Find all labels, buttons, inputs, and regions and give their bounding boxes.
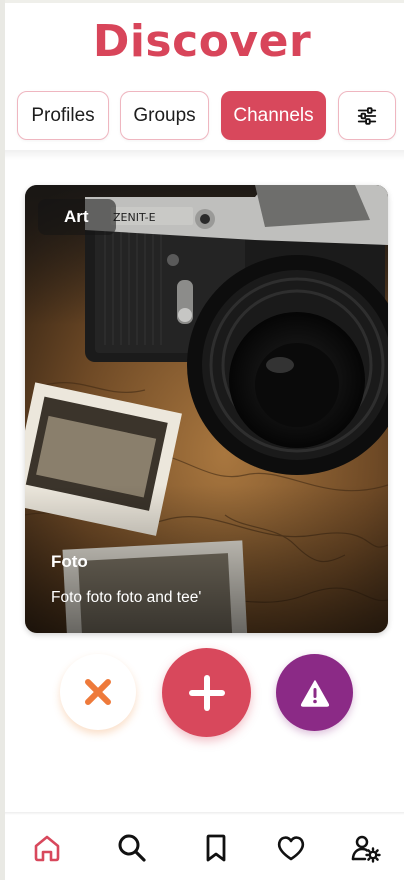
warning-icon <box>300 679 329 707</box>
filter-button[interactable] <box>338 91 396 140</box>
search-icon <box>118 834 146 862</box>
tab-profiles[interactable]: Profiles <box>17 91 109 140</box>
category-badge: Art <box>38 199 116 235</box>
plus-icon <box>188 674 225 711</box>
user-settings-icon <box>351 835 381 863</box>
nav-account-settings[interactable] <box>346 828 386 868</box>
window-top-edge <box>0 0 404 3</box>
page-title: Discover <box>92 16 312 67</box>
nav-home[interactable] <box>27 828 67 868</box>
window-left-edge <box>0 0 5 880</box>
home-icon <box>34 835 60 862</box>
nav-likes[interactable] <box>271 828 311 868</box>
svg-text:ZENIT-E: ZENIT-E <box>113 211 156 224</box>
close-icon <box>85 679 111 705</box>
heart-icon <box>277 836 305 861</box>
nav-search[interactable] <box>112 828 152 868</box>
nav-saved[interactable] <box>196 828 236 868</box>
report-button[interactable] <box>276 654 353 731</box>
bookmark-icon <box>206 834 226 862</box>
card-description: Foto foto foto and tee' <box>51 589 202 606</box>
tab-channels[interactable]: Channels <box>221 91 326 140</box>
add-button[interactable] <box>162 648 251 737</box>
bottom-nav-divider <box>5 812 404 815</box>
tab-groups[interactable]: Groups <box>120 91 209 140</box>
reject-button[interactable] <box>60 654 136 730</box>
card-title: Foto <box>51 552 88 571</box>
sliders-icon <box>357 106 377 125</box>
channel-card[interactable]: ZENIT-E Art Foto Foto foto foto and tee' <box>25 185 388 633</box>
header-shadow <box>5 150 404 160</box>
